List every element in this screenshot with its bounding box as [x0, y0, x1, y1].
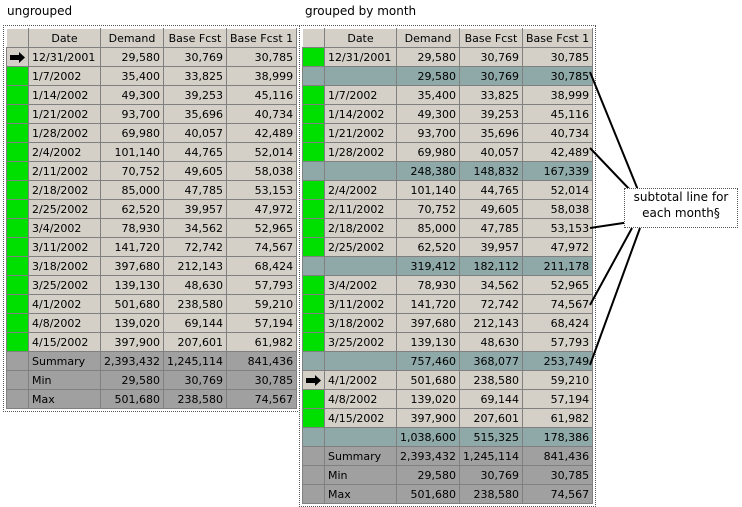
cell-base-fcst[interactable]: 238,580	[458, 484, 523, 504]
cell-base-fcst[interactable]: 30,769	[458, 465, 523, 485]
row-indicator[interactable]	[302, 446, 325, 466]
cell-demand[interactable]: 29,580	[396, 465, 460, 485]
summary-row[interactable]: Min 29,580 30,769 30,785	[302, 465, 594, 485]
cell-date[interactable]: Max	[324, 484, 397, 504]
cell-base-fcst[interactable]: 1,245,114	[458, 446, 523, 466]
row-indicator[interactable]	[302, 484, 325, 504]
cell-demand[interactable]: 501,680	[396, 484, 460, 504]
summary-row[interactable]: Max 501,680 238,580 74,567	[302, 484, 594, 504]
cell-date[interactable]: Min	[324, 465, 397, 485]
annotation-line-1: subtotal line for	[633, 190, 729, 204]
subtotal-annotation: subtotal line for each month§	[624, 188, 738, 228]
cell-date[interactable]: Summary	[324, 446, 397, 466]
cell-base-fcst-1[interactable]: 841,436	[521, 446, 594, 466]
annotation-line-2: each month§	[642, 206, 720, 220]
callout-line	[589, 147, 633, 193]
cell-demand[interactable]: 2,393,432	[396, 446, 460, 466]
summary-row[interactable]: Summary 2,393,432 1,245,114 841,436	[302, 446, 594, 466]
row-indicator[interactable]	[302, 465, 325, 485]
cell-base-fcst-1[interactable]: 30,785	[521, 465, 594, 485]
callout-line	[589, 227, 641, 366]
cell-base-fcst-1[interactable]: 74,567	[521, 484, 594, 504]
